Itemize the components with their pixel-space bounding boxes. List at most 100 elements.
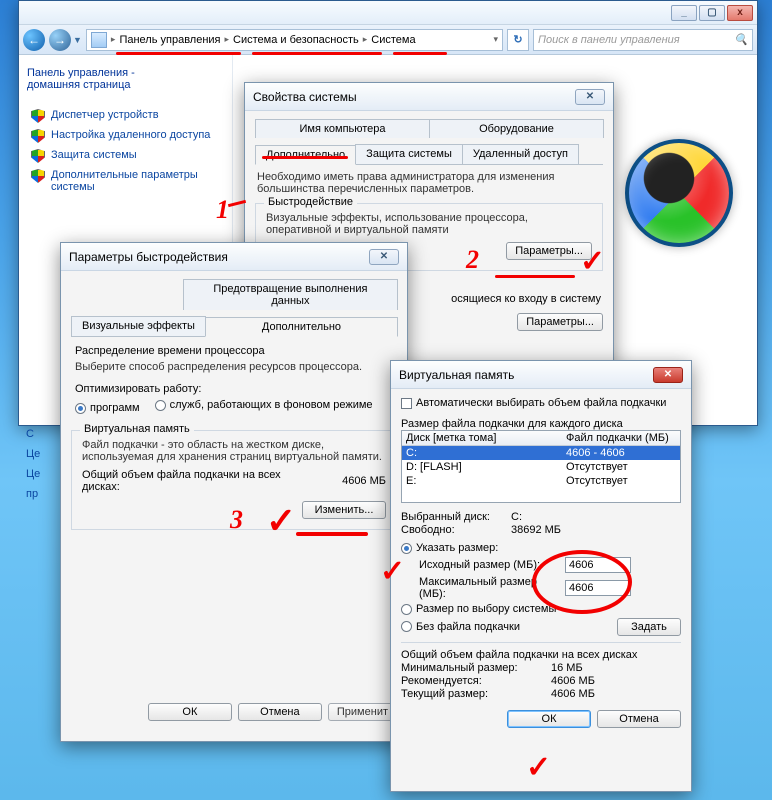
performance-group-title: Быстродействие — [264, 196, 357, 208]
history-dropdown-icon[interactable]: ▼ — [73, 35, 82, 45]
rec-value: 4606 МБ — [551, 675, 595, 687]
performance-options-dialog: Параметры быстродействия ✕ Предотвращени… — [60, 242, 408, 742]
tab-visual-effects[interactable]: Визуальные эффекты — [71, 316, 206, 336]
virtual-memory-dialog: Виртуальная память ✕ Автоматически выбир… — [390, 360, 692, 792]
task-remote-access[interactable]: Настройка удаленного доступа — [31, 129, 224, 143]
radio-icon — [401, 543, 412, 554]
radio-label: служб, работающих в фоновом режиме — [170, 399, 373, 411]
close-button[interactable]: x — [727, 5, 753, 21]
radio-label: Без файла подкачки — [416, 621, 520, 633]
ok-button[interactable]: ОК — [507, 710, 591, 728]
col-size: Файл подкачки (МБ) — [566, 432, 676, 444]
checkbox-icon — [401, 398, 412, 409]
radio-system-managed[interactable]: Размер по выбору системы — [401, 603, 556, 615]
totals-heading: Общий объем файла подкачки на всех диска… — [401, 649, 681, 661]
chevron-right-icon: ▸ — [225, 34, 230, 45]
apply-button[interactable]: Применит — [328, 703, 397, 721]
crumb-system[interactable]: Система — [371, 34, 415, 46]
min-value: 16 МБ — [551, 662, 583, 674]
tab-hardware[interactable]: Оборудование — [429, 119, 604, 138]
shield-icon — [31, 149, 45, 163]
task-advanced-settings[interactable]: Дополнительные параметры системы — [31, 169, 224, 193]
task-device-manager[interactable]: Диспетчер устройств — [31, 109, 224, 123]
performance-desc: Визуальные эффекты, использование процес… — [266, 212, 592, 236]
per-disk-label: Размер файла подкачки для каждого диска — [401, 418, 681, 430]
max-size-input[interactable] — [565, 580, 631, 596]
cur-value: 4606 МБ — [551, 688, 595, 700]
crumb-control-panel[interactable]: Панель управления — [119, 34, 220, 46]
radio-programs[interactable]: программ — [75, 402, 140, 414]
scheduling-heading: Распределение времени процессора — [75, 345, 393, 357]
set-button[interactable]: Задать — [617, 618, 681, 636]
close-icon[interactable]: ✕ — [369, 249, 399, 265]
initial-size-input[interactable] — [565, 557, 631, 573]
disk-row-e[interactable]: E: Отсутствует — [402, 474, 680, 488]
sidebar-heading: Панель управления - домашняя страница — [27, 67, 224, 91]
maximize-button[interactable]: ▢ — [699, 5, 725, 21]
performance-settings-button[interactable]: Параметры... — [506, 242, 592, 260]
shield-icon — [31, 109, 45, 123]
radio-icon — [155, 400, 166, 411]
radio-label: Указать размер: — [416, 542, 498, 554]
free-space-label: Свободно: — [401, 524, 511, 536]
tab-advanced-perf[interactable]: Дополнительно — [205, 317, 398, 337]
tab-advanced[interactable]: Дополнительно — [255, 145, 356, 165]
radio-no-pagefile[interactable]: Без файла подкачки — [401, 621, 520, 633]
forward-button[interactable]: → — [49, 29, 71, 51]
cancel-button[interactable]: Отмена — [238, 703, 322, 721]
scheduling-text: Выберите способ распределения ресурсов п… — [75, 361, 393, 373]
dialog-title: Параметры быстродействия — [69, 250, 369, 264]
optimize-label: Оптимизировать работу: — [75, 383, 393, 395]
windows-orb-icon — [625, 139, 733, 247]
vm-total-value: 4606 МБ — [342, 475, 386, 487]
chevron-down-icon[interactable]: ▾ — [493, 34, 498, 45]
cancel-button[interactable]: Отмена — [597, 710, 681, 728]
admin-note: Необходимо иметь права администратора дл… — [257, 171, 601, 195]
shield-icon — [31, 169, 45, 183]
ok-button[interactable]: ОК — [148, 703, 232, 721]
computer-icon — [91, 32, 107, 48]
radio-label: Размер по выбору системы — [416, 603, 556, 615]
back-button[interactable]: ← — [23, 29, 45, 51]
radio-icon — [75, 403, 86, 414]
disk-list[interactable]: Диск [метка тома] Файл подкачки (МБ) C: … — [401, 430, 681, 503]
task-system-protection[interactable]: Защита системы — [31, 149, 224, 163]
max-size-label: Максимальный размер (МБ): — [419, 576, 559, 600]
vm-desc: Файл подкачки - это область на жестком д… — [82, 439, 386, 463]
task-label: Защита системы — [51, 149, 137, 161]
window-titlebar: _ ▢ x — [19, 1, 757, 25]
breadcrumb[interactable]: ▸ Панель управления ▸ Система и безопасн… — [86, 29, 503, 51]
disk-row-c[interactable]: C: 4606 - 4606 — [402, 446, 680, 460]
vm-total-label: Общий объем файла подкачки на всех диска… — [82, 469, 282, 493]
tab-system-protection[interactable]: Защита системы — [355, 144, 463, 164]
task-label: Диспетчер устройств — [51, 109, 159, 121]
task-label: Дополнительные параметры системы — [51, 169, 224, 193]
tab-computer-name[interactable]: Имя компьютера — [255, 119, 430, 138]
see-also-fragment: С Це Це пр — [22, 414, 44, 800]
search-input[interactable]: Поиск в панели управления 🔍 — [533, 29, 753, 51]
chevron-right-icon: ▸ — [363, 34, 368, 45]
close-icon[interactable]: ✕ — [653, 367, 683, 383]
address-bar: ← → ▼ ▸ Панель управления ▸ Система и бе… — [19, 25, 757, 55]
auto-manage-checkbox[interactable]: Автоматически выбирать объем файла подка… — [401, 397, 666, 409]
cur-label: Текущий размер: — [401, 688, 551, 700]
tab-remote-access[interactable]: Удаленный доступ — [462, 144, 579, 164]
disk-row-d[interactable]: D: [FLASH] Отсутствует — [402, 460, 680, 474]
crumb-system-security[interactable]: Система и безопасность — [233, 34, 359, 46]
col-disk: Диск [метка тома] — [406, 432, 566, 444]
minimize-button[interactable]: _ — [671, 5, 697, 21]
radio-custom-size[interactable]: Указать размер: — [401, 542, 498, 554]
close-icon[interactable]: ✕ — [575, 89, 605, 105]
selected-disk-value: C: — [511, 511, 522, 523]
chevron-right-icon: ▸ — [111, 34, 116, 45]
checkbox-label: Автоматически выбирать объем файла подка… — [416, 397, 666, 409]
selected-disk-label: Выбранный диск: — [401, 511, 511, 523]
refresh-button[interactable]: ↻ — [507, 29, 529, 51]
profiles-settings-button[interactable]: Параметры... — [517, 313, 603, 331]
radio-services[interactable]: служб, работающих в фоновом режиме — [155, 399, 373, 411]
tab-dep[interactable]: Предотвращение выполнения данных — [183, 279, 398, 310]
free-space-value: 38692 МБ — [511, 524, 561, 536]
radio-icon — [401, 621, 412, 632]
change-button[interactable]: Изменить... — [302, 501, 386, 519]
vm-group-title: Виртуальная память — [80, 423, 194, 435]
